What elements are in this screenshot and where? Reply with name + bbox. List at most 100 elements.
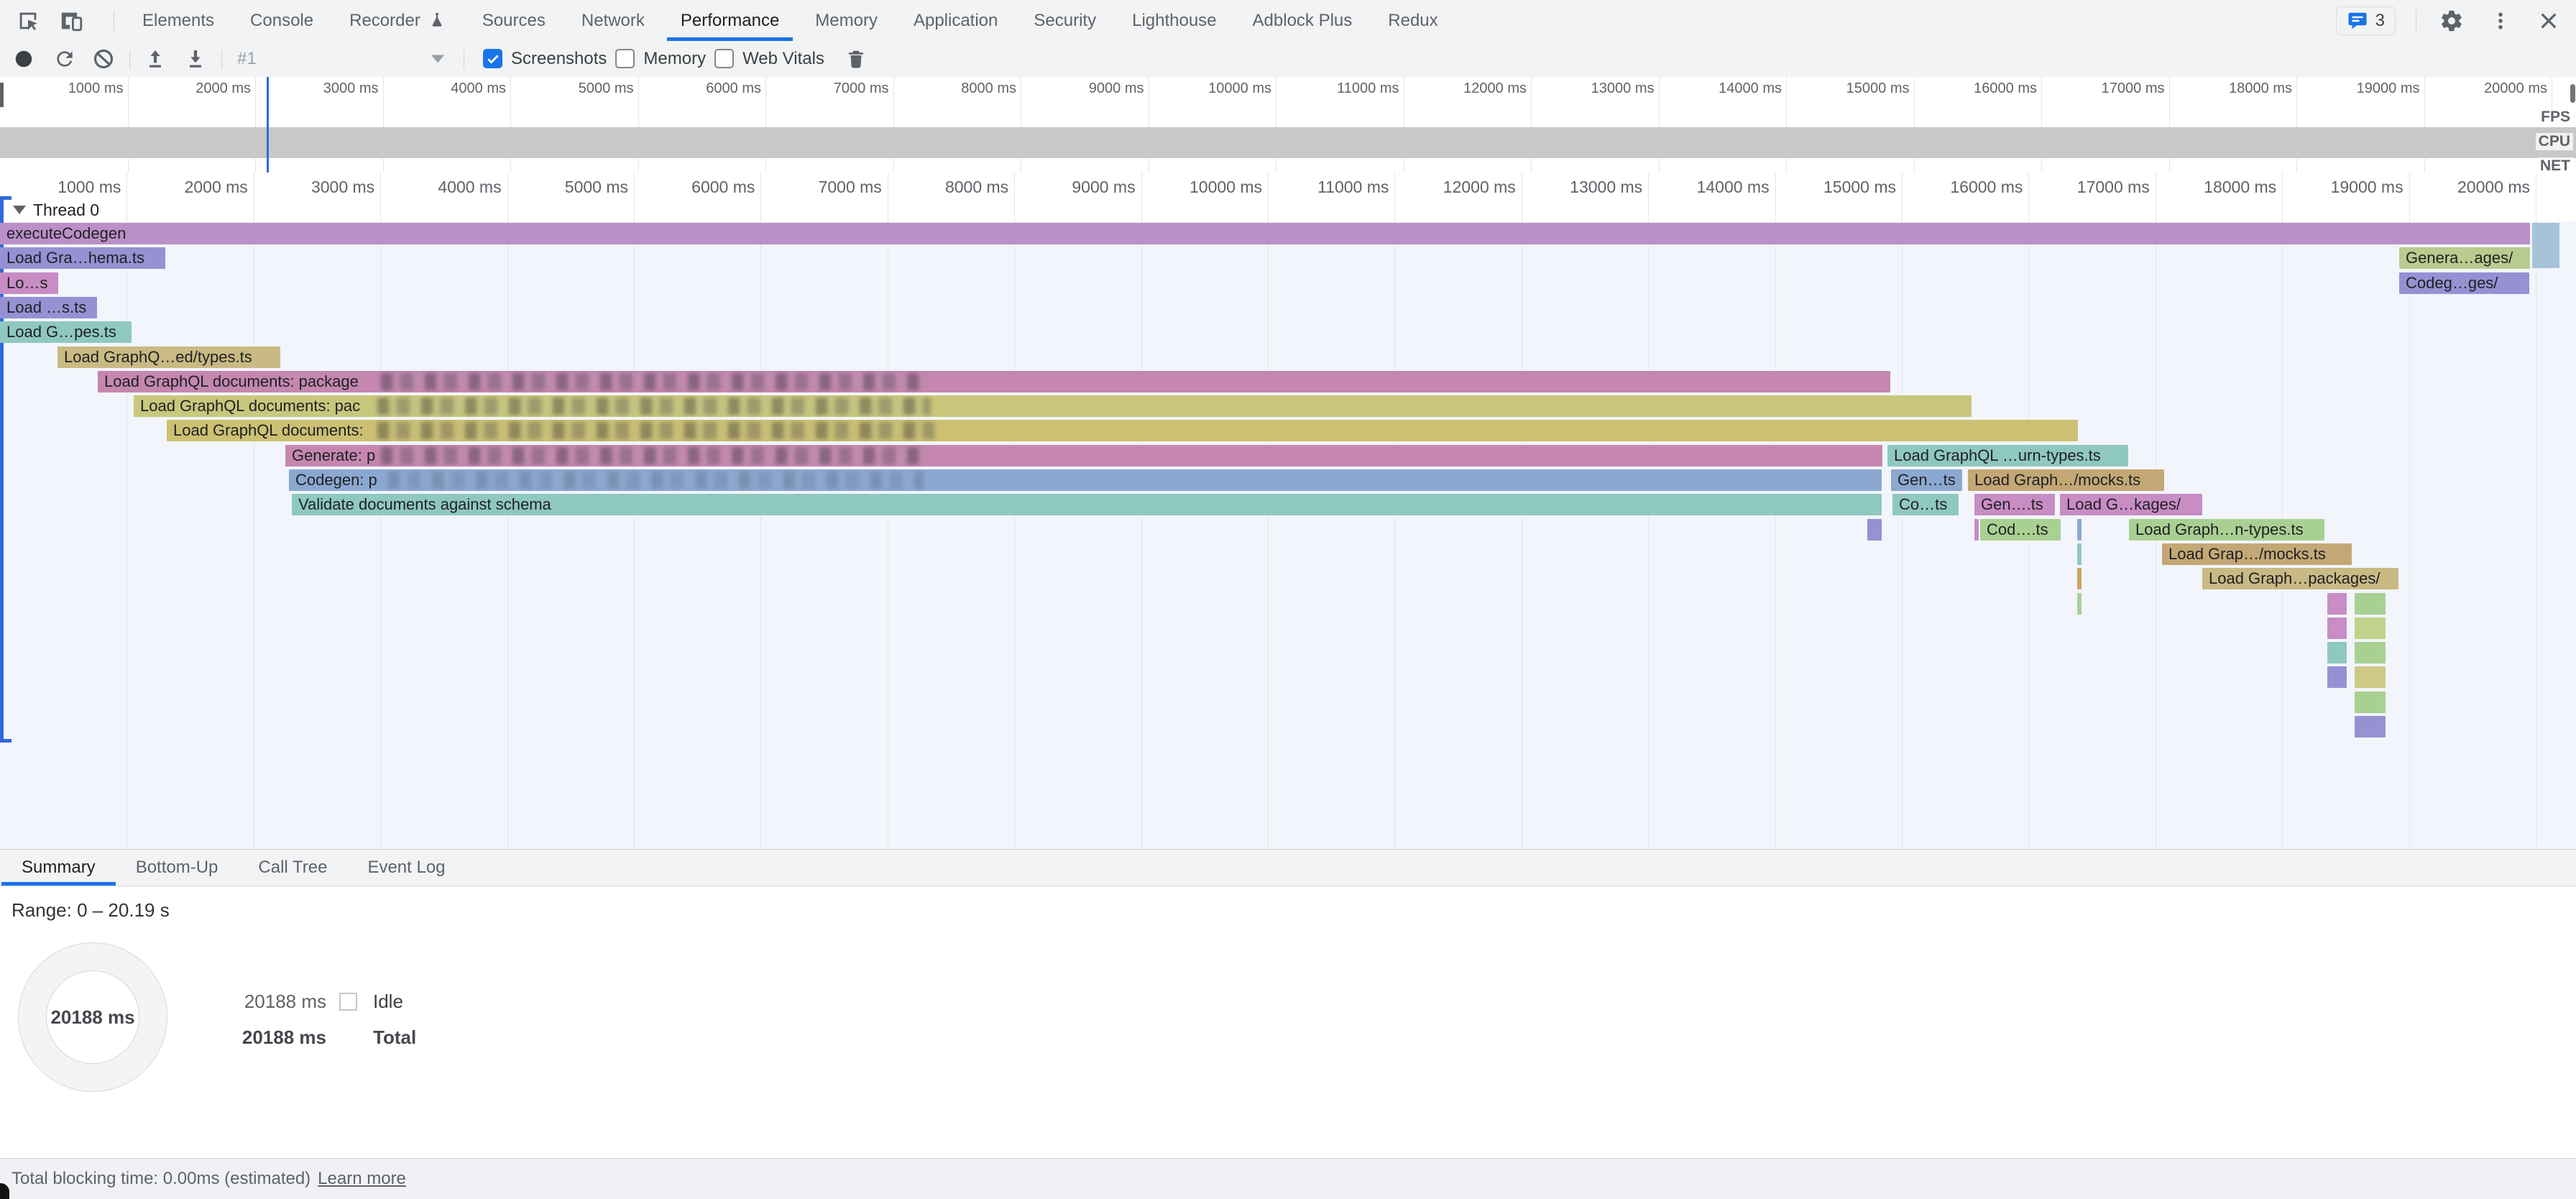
- devtools-tab-console[interactable]: Console: [232, 0, 331, 41]
- flame-bar-segment[interactable]: [2355, 593, 2386, 615]
- flame-tick-label: 15000 ms: [1774, 178, 1896, 197]
- collapse-triangle-icon[interactable]: [13, 206, 26, 214]
- flame-bar-load-graph-n-types-ts[interactable]: Load Graph…n-types.ts: [2129, 519, 2324, 541]
- trash-icon[interactable]: [845, 48, 867, 70]
- devtools-tab-performance[interactable]: Performance: [663, 0, 797, 41]
- toggle-device-toolbar-icon[interactable]: [59, 9, 85, 33]
- tab-label: Recorder: [349, 11, 420, 31]
- download-profile-icon[interactable]: [184, 47, 207, 70]
- overview-playhead[interactable]: [267, 77, 269, 173]
- flame-bar-segment[interactable]: [2355, 617, 2386, 639]
- devtools-tab-application[interactable]: Application: [896, 0, 1016, 41]
- flame-bar-segment[interactable]: [2355, 666, 2386, 688]
- flame-bar-segment[interactable]: [2355, 716, 2386, 738]
- overview-left-handle[interactable]: [0, 83, 4, 107]
- flame-bar-load-graphql-documents-pac[interactable]: Load GraphQL documents: pac: [134, 395, 1972, 417]
- overview-scrollbar-thumb[interactable]: [2570, 84, 2575, 103]
- flame-tick-label: 12000 ms: [1394, 178, 1516, 197]
- inspect-element-icon[interactable]: [16, 9, 40, 33]
- flame-bar-load-graphql-documents[interactable]: Load GraphQL documents:: [167, 420, 2078, 441]
- total-blocking-time-text: Total blocking time: 0.00ms (estimated): [12, 1169, 310, 1189]
- flame-bar-co-ts[interactable]: Co…ts: [1892, 494, 1959, 515]
- flame-bar-gen-ts[interactable]: Gen….ts: [1974, 494, 2055, 515]
- flame-bar-segment[interactable]: [2327, 666, 2347, 688]
- tab-label: Console: [250, 11, 313, 31]
- panel-tab-bottom-up[interactable]: Bottom-Up: [116, 850, 239, 886]
- timeline-overview[interactable]: 1000 ms2000 ms3000 ms4000 ms5000 ms6000 …: [0, 77, 2576, 173]
- flame-bar-segment[interactable]: [2355, 642, 2386, 663]
- profile-select[interactable]: #1: [237, 49, 257, 69]
- devtools-tab-redux[interactable]: Redux: [1370, 0, 1455, 41]
- lane-label-cpu: CPU: [2536, 133, 2573, 150]
- checkbox-memory[interactable]: [615, 49, 635, 68]
- devtools-tab-memory[interactable]: Memory: [797, 0, 896, 41]
- checkbox-label[interactable]: Screenshots: [511, 49, 607, 69]
- flame-bar-load-g-kages[interactable]: Load G…kages/: [2060, 494, 2202, 515]
- flame-bar-segment[interactable]: [1867, 519, 1882, 541]
- checkbox-label[interactable]: Memory: [643, 49, 706, 69]
- checkbox-label[interactable]: Web Vitals: [742, 49, 824, 69]
- devtools-tab-sources[interactable]: Sources: [464, 0, 564, 41]
- flame-bar-load-graphql-urn-types-ts[interactable]: Load GraphQL …urn-types.ts: [1887, 445, 2128, 467]
- devtools-tab-network[interactable]: Network: [564, 0, 663, 41]
- flame-bar-segment[interactable]: [2327, 593, 2347, 615]
- panel-tab-summary[interactable]: Summary: [1, 850, 116, 886]
- learn-more-link[interactable]: Learn more: [318, 1169, 406, 1189]
- devtools-tab-elements[interactable]: Elements: [124, 0, 232, 41]
- panel-tab-label: Bottom-Up: [136, 858, 218, 878]
- legend-row-total: 20188 msTotal: [230, 1025, 416, 1049]
- flame-bar-segment[interactable]: [2327, 617, 2347, 639]
- flame-bar-load-graph-packages[interactable]: Load Graph…packages/: [2202, 568, 2398, 589]
- panel-tab-call-tree[interactable]: Call Tree: [238, 850, 347, 886]
- devtools-tab-security[interactable]: Security: [1016, 0, 1114, 41]
- close-icon[interactable]: [2537, 9, 2560, 32]
- flame-bar-segment[interactable]: [2077, 519, 2082, 541]
- flame-bar-cod-ts[interactable]: Cod….ts: [1980, 519, 2061, 541]
- devtools-tab-adblock-plus[interactable]: Adblock Plus: [1235, 0, 1371, 41]
- record-icon[interactable]: [13, 48, 34, 70]
- flame-bar-generate-p[interactable]: Generate: p: [285, 445, 1882, 467]
- reload-icon[interactable]: [53, 47, 76, 70]
- flame-bar-load-grap-mocks-ts[interactable]: Load Grap…/mocks.ts: [2162, 543, 2352, 565]
- kebab-menu-icon[interactable]: [2490, 10, 2511, 32]
- flame-bar-load-graphq-ed-types-ts[interactable]: Load GraphQ…ed/types.ts: [58, 346, 280, 368]
- flame-bar-validate-documents-against-schema[interactable]: Validate documents against schema: [292, 494, 1882, 515]
- flame-bar-executecodegen[interactable]: executeCodegen: [0, 223, 2530, 244]
- flame-bar-segment[interactable]: [2327, 642, 2347, 663]
- flame-bar-segment[interactable]: [2077, 568, 2082, 589]
- upload-profile-icon[interactable]: [144, 47, 167, 70]
- clear-icon[interactable]: [92, 47, 115, 70]
- chevron-down-icon[interactable]: [431, 55, 444, 63]
- divider: [221, 50, 222, 69]
- checkbox-screenshots[interactable]: [483, 49, 502, 68]
- flame-bar-codeg-ges[interactable]: Codeg…ges/: [2399, 272, 2529, 294]
- flame-bar-load-g-pes-ts[interactable]: Load G…pes.ts: [0, 321, 132, 343]
- issues-button[interactable]: 3: [2336, 6, 2396, 35]
- flame-bar-segment[interactable]: [2077, 593, 2082, 615]
- flame-bar-segment[interactable]: [1974, 519, 1979, 541]
- overview-tick-label: 6000 ms: [646, 81, 761, 97]
- overview-tick-label: 7000 ms: [774, 81, 889, 97]
- flame-bar-load-graph-mocks-ts[interactable]: Load Graph…/mocks.ts: [1968, 469, 2164, 491]
- flame-bar-load-gra-hema-ts[interactable]: Load Gra…hema.ts: [0, 247, 165, 269]
- thread-track-header[interactable]: Thread 0: [0, 199, 99, 221]
- flame-bar-genera-ages[interactable]: Genera…ages/: [2399, 247, 2530, 269]
- devtools-tab-lighthouse[interactable]: Lighthouse: [1114, 0, 1234, 41]
- flame-bar-load-s-ts[interactable]: Load …s.ts: [0, 297, 97, 318]
- gridline: [2296, 77, 2297, 173]
- flame-bar-segment[interactable]: [2532, 223, 2559, 268]
- flame-chart[interactable]: 1000 ms2000 ms3000 ms4000 ms5000 ms6000 …: [0, 173, 2576, 849]
- flame-bar-lo-s[interactable]: Lo…s: [0, 272, 58, 294]
- flame-bar-segment[interactable]: [2077, 543, 2082, 565]
- settings-gear-icon[interactable]: [2439, 9, 2464, 33]
- overview-tick-label: 18000 ms: [2177, 81, 2292, 97]
- flame-bar-codegen-p[interactable]: Codegen: p: [289, 469, 1882, 491]
- devtools-tab-recorder[interactable]: Recorder: [331, 0, 464, 41]
- overview-tick-label: 11000 ms: [1284, 81, 1399, 97]
- checkbox-web-vitals[interactable]: [714, 49, 734, 68]
- panel-tab-event-log[interactable]: Event Log: [347, 850, 465, 886]
- flame-bar-load-graphql-documents-package[interactable]: Load GraphQL documents: package: [98, 371, 1890, 392]
- flame-bar-gen-ts[interactable]: Gen…ts: [1891, 469, 1962, 491]
- bar-label: Load …s.ts: [6, 298, 86, 316]
- flame-bar-segment[interactable]: [2355, 692, 2386, 713]
